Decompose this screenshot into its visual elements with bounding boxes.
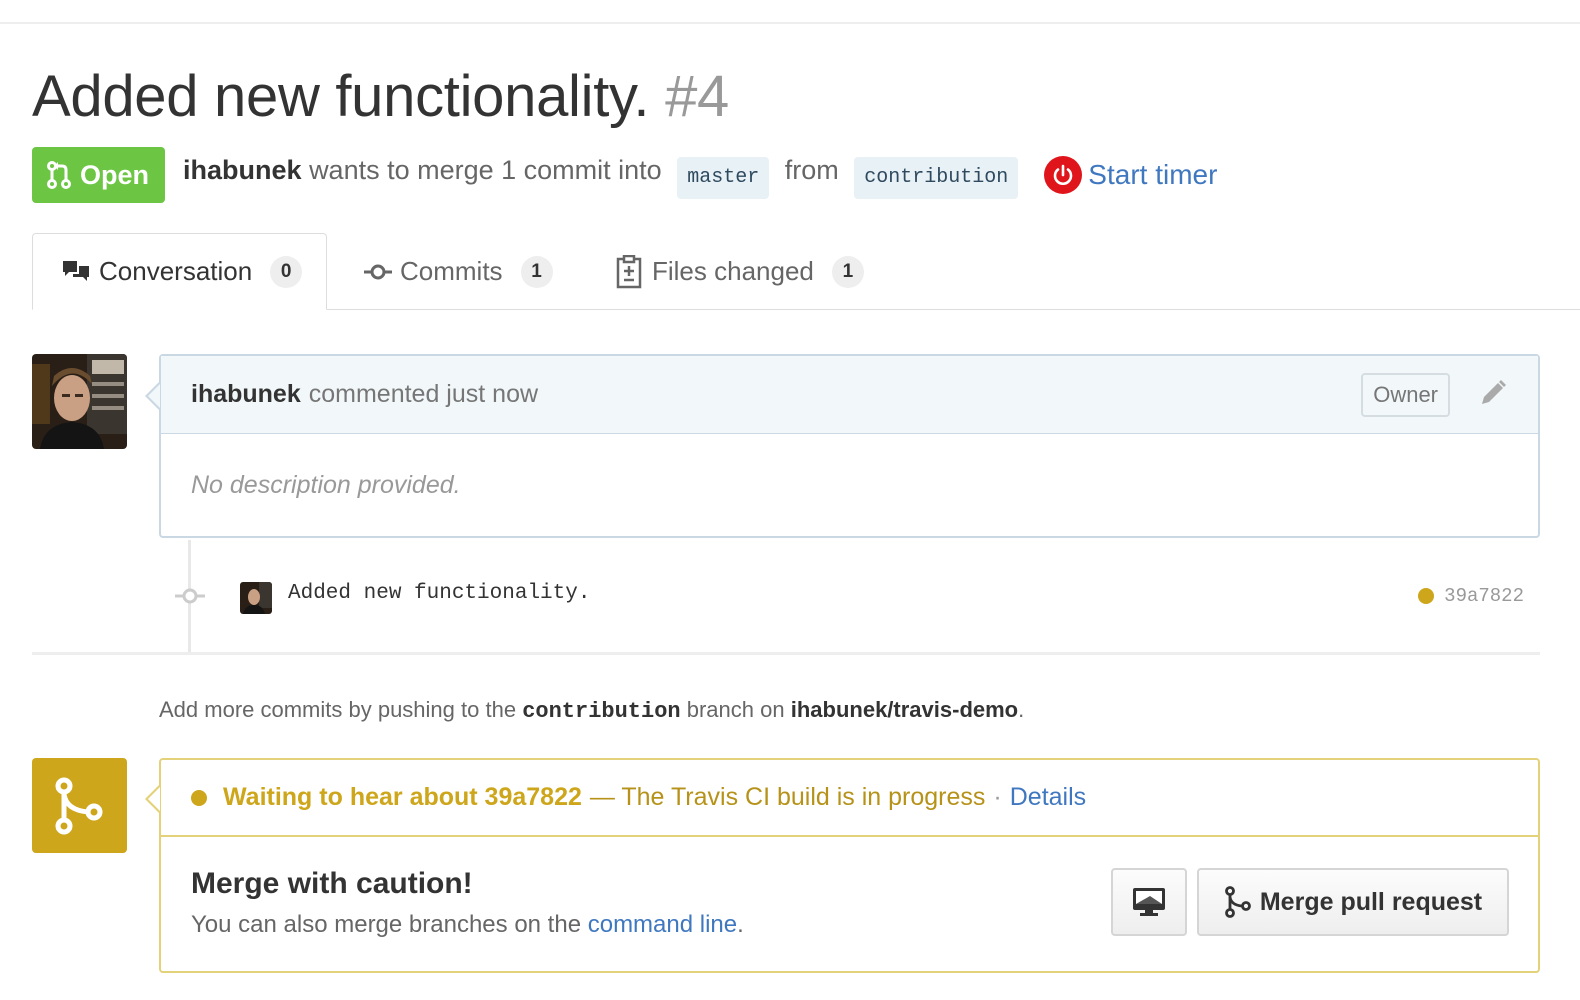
merge-text-2: from: [784, 155, 839, 185]
comment-box: ihabunek commented just now Owner No des…: [145, 354, 1540, 538]
tab-files-label: Files changed: [652, 256, 814, 286]
state-badge: Open: [32, 147, 166, 203]
git-commit-icon: [175, 583, 205, 614]
comment-author[interactable]: ihabunek: [191, 380, 301, 409]
details-link[interactable]: Details: [1010, 783, 1086, 812]
comment-action: commented just now: [308, 380, 539, 408]
git-merge-icon: [32, 758, 127, 853]
merge-subtitle-suffix: .: [737, 911, 744, 938]
tab-commits[interactable]: Commits 1: [364, 233, 553, 310]
pending-status-dot: [191, 789, 207, 806]
tab-commits-label: Commits: [400, 256, 503, 286]
hint-suffix: .: [1018, 697, 1025, 722]
owner-badge: Owner: [1361, 373, 1450, 417]
hint-branch: contribution: [522, 699, 681, 724]
hint-middle: branch on: [686, 697, 785, 722]
tab-files-count: 1: [831, 255, 864, 288]
pr-title: Added new functionality.: [32, 64, 650, 129]
start-timer-link[interactable]: Start timer: [1044, 156, 1217, 194]
base-branch[interactable]: master: [677, 157, 770, 199]
ci-status: Waiting to hear about 39a7822 — The Trav…: [161, 760, 1538, 837]
desktop-icon: [1133, 888, 1165, 916]
state-label: Open: [80, 159, 150, 190]
merge-text-1: wants to merge 1 commit into: [309, 155, 662, 185]
timeline-divider: [32, 652, 1540, 655]
head-branch[interactable]: contribution: [854, 157, 1019, 199]
page-title: Added new functionality. #4: [32, 62, 729, 132]
avatar[interactable]: [32, 354, 127, 449]
comment-body: No description provided.: [191, 470, 461, 499]
hint-repo[interactable]: ihabunek/travis-demo: [791, 697, 1018, 722]
status-headline: Waiting to hear about 39a7822: [223, 783, 582, 811]
pr-tabs: Conversation 0 Commits 1 Files changed 1: [0, 233, 1580, 310]
comment-discussion-icon: [63, 260, 89, 281]
status-separator: ·: [993, 783, 1002, 811]
pr-number: #4: [665, 64, 729, 129]
pencil-icon[interactable]: [1478, 378, 1508, 415]
git-merge-icon: [1224, 886, 1251, 918]
git-pull-request-icon: [47, 161, 71, 189]
merge-subtitle-prefix: You can also merge branches on the: [191, 911, 582, 938]
merge-pull-request-button[interactable]: Merge pull request: [1197, 868, 1509, 936]
start-timer-label: Start timer: [1088, 159, 1218, 190]
hint-prefix: Add more commits by pushing to the: [159, 697, 517, 722]
diff-icon: [616, 254, 642, 288]
tab-conversation-count: 0: [270, 255, 303, 288]
comment-header: ihabunek commented just now Owner: [161, 356, 1538, 434]
commit-sha-link[interactable]: 39a7822: [1418, 585, 1524, 607]
merge-button-label: Merge pull request: [1259, 887, 1483, 916]
commit-sha: 39a7822: [1444, 585, 1524, 607]
tab-conversation[interactable]: Conversation 0: [32, 233, 327, 310]
status-description: — The Travis CI build is in progress: [589, 783, 986, 811]
push-hint: Add more commits by pushing to the contr…: [159, 697, 1024, 724]
cli-instructions-button[interactable]: [1111, 868, 1187, 936]
git-commit-icon: [364, 264, 392, 279]
top-divider: [0, 22, 1580, 24]
merge-box: Waiting to hear about 39a7822 — The Trav…: [145, 758, 1540, 973]
commit-message[interactable]: Added new functionality.: [288, 582, 590, 605]
tab-conversation-label: Conversation: [99, 256, 253, 286]
status-dot: [1418, 588, 1435, 604]
commit-author-avatar[interactable]: [240, 582, 272, 614]
power-icon: [1044, 156, 1083, 194]
tab-files-changed[interactable]: Files changed 1: [616, 233, 864, 310]
command-line-link[interactable]: command line: [588, 911, 737, 938]
merge-info: ihabunek wants to merge 1 commit into ma…: [183, 154, 1026, 199]
pr-author[interactable]: ihabunek: [183, 155, 302, 185]
merge-title: Merge with caution!: [191, 867, 473, 900]
pr-meta: Open ihabunek wants to merge 1 commit in…: [32, 147, 1217, 203]
tab-commits-count: 1: [520, 255, 553, 288]
merge-subtitle: You can also merge branches on the comma…: [191, 911, 744, 939]
